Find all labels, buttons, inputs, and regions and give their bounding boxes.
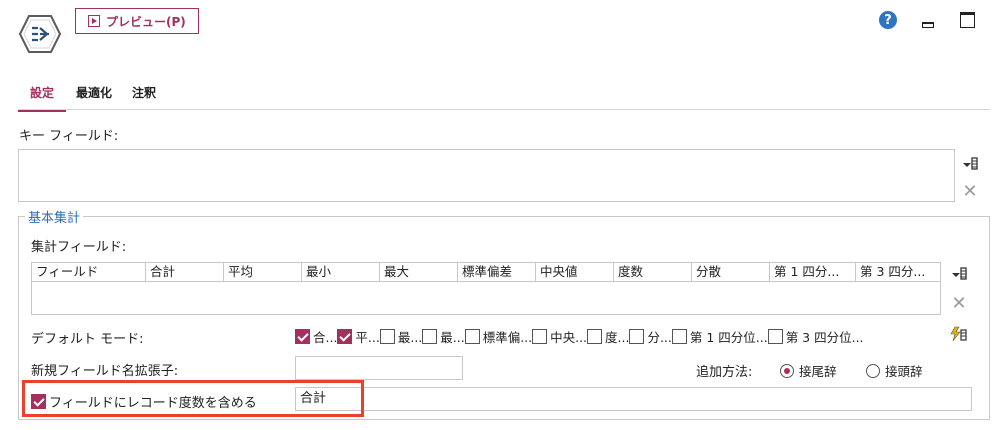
highlight-box xyxy=(22,380,364,417)
mode-max[interactable]: 最... xyxy=(422,327,465,346)
radio-suffix[interactable]: 接尾辞 xyxy=(780,361,837,380)
mode-label: 分... xyxy=(647,330,672,345)
add-method-label: 追加方法: xyxy=(696,365,753,380)
mode-label: 中央... xyxy=(550,330,588,345)
count-field-name-input[interactable]: 合計 xyxy=(295,387,972,411)
preview-label: プレビュー(P) xyxy=(106,14,186,29)
radio-button[interactable] xyxy=(866,363,880,378)
radio-selected[interactable] xyxy=(780,363,794,378)
minimize-icon[interactable] xyxy=(922,22,934,28)
checkbox-checked[interactable] xyxy=(337,329,353,344)
mode-median[interactable]: 中央... xyxy=(532,327,587,346)
mode-mean[interactable]: 平... xyxy=(337,327,380,346)
mode-q1[interactable]: 第 1 四分位... xyxy=(671,327,768,346)
tab-divider xyxy=(18,109,990,110)
column-header[interactable]: 分散 xyxy=(692,263,770,281)
mode-label: 第 1 四分位... xyxy=(689,330,768,345)
aggregate-node-icon xyxy=(18,15,62,53)
field-picker-icon[interactable] xyxy=(950,266,968,282)
mode-label: 第 3 四分位... xyxy=(785,330,864,345)
checkbox-checked[interactable] xyxy=(295,329,310,344)
column-header[interactable]: 合計 xyxy=(146,263,224,281)
checkbox[interactable] xyxy=(464,329,480,344)
radio-prefix[interactable]: 接頭辞 xyxy=(866,361,923,380)
tab-bar: 設定 最適化 注釈 xyxy=(18,80,166,112)
agg-table-header: フィールド 合計 平均 最小 最大 標準偏差 中央値 度数 分散 第 1 四分.… xyxy=(32,263,940,282)
checkbox[interactable] xyxy=(422,329,438,344)
mode-q3[interactable]: 第 3 四分位... xyxy=(767,327,864,346)
mode-count[interactable]: 度... xyxy=(587,327,629,346)
mode-label: 合... xyxy=(313,330,338,345)
delete-icon[interactable]: ✕ xyxy=(961,183,979,201)
auto-mode-icon[interactable] xyxy=(949,326,967,342)
checkbox[interactable] xyxy=(532,329,548,344)
maximize-icon[interactable] xyxy=(960,12,975,28)
key-fields-label: キー フィールド: xyxy=(19,129,119,144)
basic-aggregation-legend: 基本集計 xyxy=(28,211,81,226)
preview-button[interactable]: プレビュー(P) xyxy=(75,8,199,34)
tab-annotation[interactable]: 注釈 xyxy=(122,80,166,112)
key-fields-list[interactable] xyxy=(18,149,955,202)
checkbox[interactable] xyxy=(587,329,603,344)
mode-min[interactable]: 最... xyxy=(379,327,423,346)
field-picker-icon[interactable] xyxy=(961,156,979,172)
mode-label: 標準偏... xyxy=(482,330,533,345)
column-header[interactable]: フィールド xyxy=(32,263,146,281)
radio-label: 接尾辞 xyxy=(799,364,837,379)
tab-settings[interactable]: 設定 xyxy=(18,80,67,112)
default-mode-checkboxes: 合... 平... 最... 最... 標準偏... 中央... 度... 分.… xyxy=(295,327,864,346)
help-icon[interactable]: ? xyxy=(879,11,897,29)
column-header[interactable]: 中央値 xyxy=(536,263,614,281)
column-header[interactable]: 第 1 四分... xyxy=(770,263,856,281)
agg-fields-table[interactable]: フィールド 合計 平均 最小 最大 標準偏差 中央値 度数 分散 第 1 四分.… xyxy=(31,262,941,315)
column-header[interactable]: 第 3 四分... xyxy=(856,263,940,281)
tab-optimize[interactable]: 最適化 xyxy=(66,80,122,112)
play-icon xyxy=(88,15,100,27)
suffix-label: 新規フィールド名拡張子: xyxy=(31,364,179,379)
mode-variance[interactable]: 分... xyxy=(629,327,672,346)
mode-sdev[interactable]: 標準偏... xyxy=(464,327,533,346)
checkbox[interactable] xyxy=(671,329,687,344)
radio-label: 接頭辞 xyxy=(885,364,923,379)
default-mode-label: デフォルト モード: xyxy=(31,332,144,347)
column-header[interactable]: 標準偏差 xyxy=(458,263,536,281)
mode-label: 度... xyxy=(605,330,630,345)
mode-label: 最... xyxy=(397,330,423,345)
column-header[interactable]: 平均 xyxy=(224,263,302,281)
checkbox[interactable] xyxy=(379,329,395,344)
mode-sum[interactable]: 合... xyxy=(295,327,337,346)
agg-fields-label: 集計フィールド: xyxy=(31,240,127,255)
column-header[interactable]: 最小 xyxy=(302,263,380,281)
mode-label: 最... xyxy=(440,330,465,345)
column-header[interactable]: 最大 xyxy=(380,263,458,281)
checkbox[interactable] xyxy=(629,329,645,344)
column-header[interactable]: 度数 xyxy=(614,263,692,281)
suffix-input[interactable] xyxy=(295,356,463,380)
mode-label: 平... xyxy=(355,330,380,345)
checkbox[interactable] xyxy=(767,329,783,344)
delete-icon[interactable]: ✕ xyxy=(950,295,968,313)
